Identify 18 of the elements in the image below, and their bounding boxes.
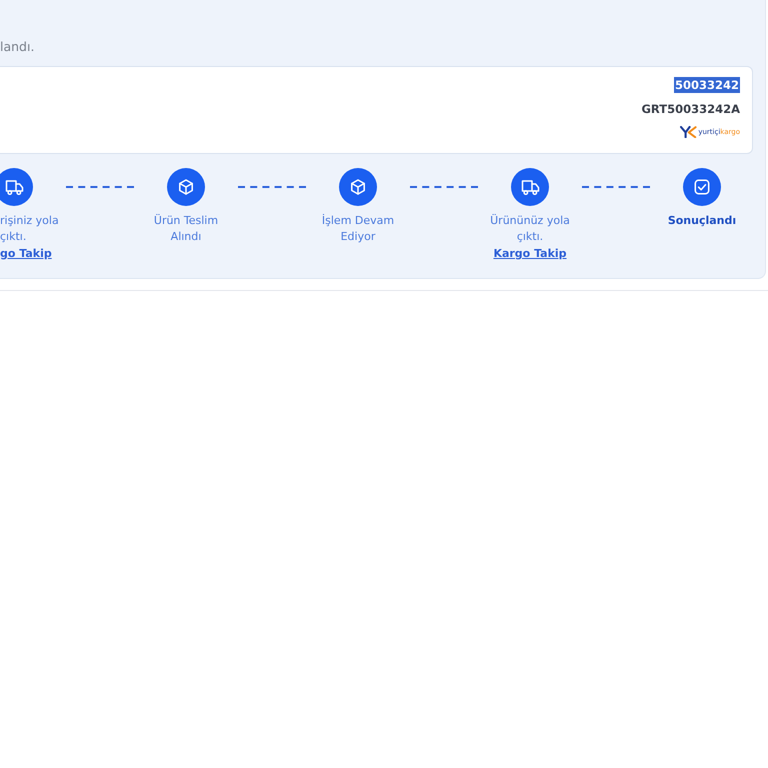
tracking-number: 50033242 bbox=[674, 77, 740, 93]
step-label: rişiniz yola çıktı. bbox=[0, 213, 60, 244]
dashed-connector bbox=[238, 186, 306, 188]
cargo-tracking-link[interactable]: Kargo Takip bbox=[493, 246, 567, 262]
box-icon bbox=[167, 168, 205, 206]
dashed-connector bbox=[66, 186, 134, 188]
dashed-connector bbox=[582, 186, 650, 188]
step-label: Sonuçlandı bbox=[668, 213, 736, 228]
truck-icon bbox=[0, 168, 33, 206]
box-icon bbox=[339, 168, 377, 206]
dashed-connector bbox=[410, 186, 478, 188]
cargo-tracking-link[interactable]: go Takip bbox=[0, 246, 52, 262]
step-label: İşlem Devam Ediyor bbox=[320, 213, 396, 244]
step-label: Ürün Teslim Alındı bbox=[152, 213, 220, 244]
shipment-code: GRT50033242A bbox=[641, 101, 740, 117]
step-label: Ürününüz yola çıktı. bbox=[489, 213, 571, 244]
truck-icon bbox=[511, 168, 549, 206]
status-message: landı. bbox=[0, 38, 34, 56]
